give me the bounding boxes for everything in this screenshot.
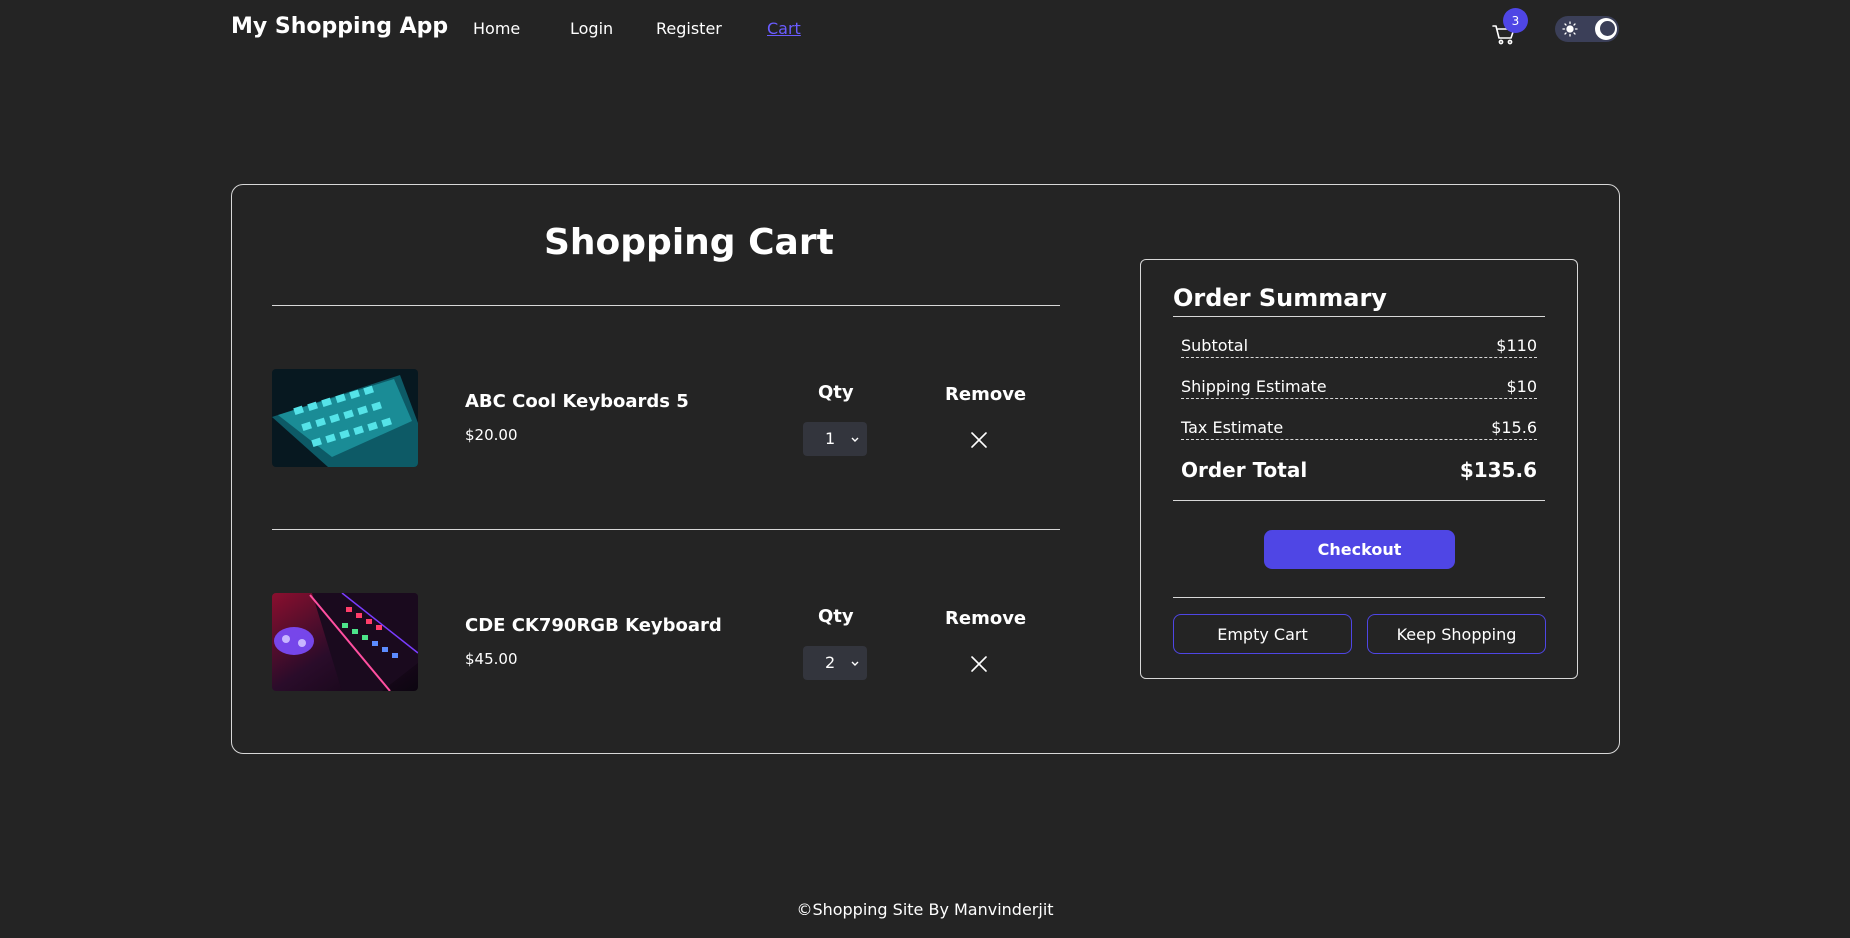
divider [1173,316,1545,317]
subtotal-label: Subtotal [1181,336,1249,355]
cart-count-badge: 3 [1503,8,1528,33]
nav-cart[interactable]: Cart [767,19,801,38]
qty-label: Qty [818,382,854,403]
divider [272,305,1060,306]
chevron-down-icon [851,661,859,666]
footer-text: ©Shopping Site By Manvinderjit [796,900,1054,919]
close-icon[interactable] [970,431,988,449]
nav-home[interactable]: Home [473,19,520,38]
empty-cart-button[interactable]: Empty Cart [1173,614,1352,654]
chevron-down-icon [851,437,859,442]
top-navbar: My Shopping App Home Login Register Cart… [0,0,1850,56]
item-price: $20.00 [465,426,518,444]
item-name[interactable]: ABC Cool Keyboards 5 [465,391,689,412]
qty-select[interactable]: 1 [803,422,867,456]
tax-label: Tax Estimate [1181,418,1284,437]
tax-value: $15.6 [1491,418,1537,437]
close-icon[interactable] [970,655,988,673]
item-name[interactable]: CDE CK790RGB Keyboard [465,615,722,636]
order-summary-title: Order Summary [1173,284,1387,312]
item-price: $45.00 [465,650,518,668]
keyboard-rgb-image [272,593,418,691]
qty-value: 2 [825,653,836,672]
keyboard-cyan-image [272,369,418,467]
brand-title[interactable]: My Shopping App [231,14,448,39]
checkout-button[interactable]: Checkout [1264,530,1455,569]
dashed-divider [1181,439,1537,440]
sun-icon [1562,21,1578,37]
divider [272,529,1060,530]
qty-label: Qty [818,606,854,627]
moon-icon [1595,18,1617,40]
divider [1173,597,1545,598]
order-total-label: Order Total [1181,458,1308,482]
qty-select[interactable]: 2 [803,646,867,680]
shipping-value: $10 [1506,377,1537,396]
qty-value: 1 [825,429,836,448]
divider [1173,500,1545,501]
remove-label: Remove [945,608,1027,629]
nav-register[interactable]: Register [656,19,722,38]
dashed-divider [1181,398,1537,399]
subtotal-value: $110 [1496,336,1537,355]
dashed-divider [1181,357,1537,358]
remove-label: Remove [945,384,1027,405]
shipping-label: Shipping Estimate [1181,377,1327,396]
keep-shopping-button[interactable]: Keep Shopping [1367,614,1546,654]
theme-toggle[interactable] [1555,16,1619,42]
order-total-value: $135.6 [1459,458,1537,482]
page-title: Shopping Cart [544,222,834,263]
nav-login[interactable]: Login [570,19,613,38]
